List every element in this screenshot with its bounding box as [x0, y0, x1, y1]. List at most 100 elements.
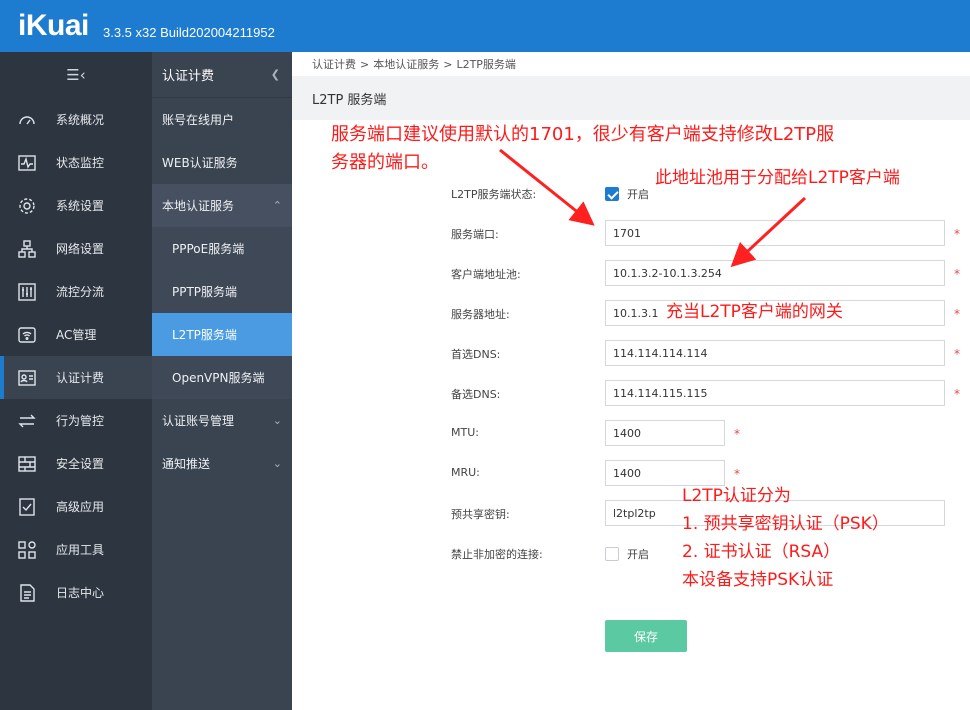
dns2-label: 备选DNS: — [451, 388, 501, 401]
breadcrumb-item[interactable]: 本地认证服务 — [373, 56, 439, 72]
required-mark: * — [734, 467, 740, 481]
nav-item-label: 日志中心 — [56, 586, 105, 600]
chevron-up-icon: ⌃ — [272, 199, 282, 212]
status-checkbox[interactable] — [605, 187, 619, 201]
annotation-port-note-line2: 务器的端口。 — [331, 152, 439, 173]
annotation-port-note-line1: 服务端口建议使用默认的1701，很少有客户端支持修改L2TP服 — [331, 124, 835, 145]
nav-item-label: 系统设置 — [56, 199, 105, 213]
subnav-group-local-auth[interactable]: 本地认证服务 ⌃ — [152, 184, 292, 227]
subnav-header[interactable]: 认证计费 ❮ — [152, 52, 292, 98]
check-doc-icon — [16, 496, 38, 518]
subnav-group-account-mgmt[interactable]: 认证账号管理 ⌄ — [152, 399, 292, 442]
required-mark: * — [734, 427, 740, 441]
no-encrypt-checkbox-label[interactable]: 开启 — [627, 546, 649, 562]
breadcrumb-separator: > — [443, 57, 453, 71]
nav-item-advanced-apps[interactable]: 高级应用 — [0, 485, 152, 528]
pulse-icon — [16, 152, 38, 174]
nav-item-label: 网络设置 — [56, 242, 105, 256]
nav-item-security-settings[interactable]: 安全设置 — [0, 442, 152, 485]
pool-input[interactable]: 10.1.3.2-10.1.3.254 — [605, 260, 945, 286]
status-checkbox-label[interactable]: 开启 — [627, 186, 649, 202]
nav-item-network-settings[interactable]: 网络设置 — [0, 227, 152, 270]
nav-item-label: 流控分流 — [56, 285, 105, 299]
nav-item-label: 系统概况 — [56, 113, 105, 127]
nav-item-status-monitor[interactable]: 状态监控 — [0, 141, 152, 184]
breadcrumb: 认证计费 > 本地认证服务 > L2TP服务端 — [292, 52, 970, 76]
breadcrumb-item[interactable]: 认证计费 — [312, 56, 356, 72]
gauge-icon — [16, 109, 38, 131]
menu-toggle-icon[interactable]: ☰‹ — [0, 52, 152, 98]
breadcrumb-item: L2TP服务端 — [456, 58, 516, 71]
pool-label: 客户端地址池: — [451, 268, 521, 281]
nav-item-label: 行为管控 — [56, 414, 105, 428]
required-mark: * — [954, 267, 960, 281]
required-mark: * — [954, 347, 960, 361]
annotation-pool-note: 此地址池用于分配给L2TP客户端 — [655, 168, 900, 188]
page-title-bar: L2TP 服务端 — [292, 76, 970, 120]
dns1-input[interactable]: 114.114.114.114 — [605, 340, 945, 366]
nav-item-system-overview[interactable]: 系统概况 — [0, 98, 152, 141]
id-card-icon — [16, 367, 38, 389]
subnav-item-label: L2TP服务端 — [172, 328, 237, 342]
status-label: L2TP服务端状态: — [451, 188, 537, 201]
nav-item-label: 状态监控 — [56, 156, 105, 170]
primary-sidebar: ☰‹ 系统概况 状态监控 系统设置 网络设置 流控分流 AC管理 认证计费 行为… — [0, 52, 152, 710]
annotation-auth-line4: 本设备支持PSK认证 — [682, 570, 834, 590]
firewall-icon — [16, 453, 38, 475]
chevron-left-icon[interactable]: ❮ — [271, 68, 280, 81]
no-encrypt-checkbox[interactable] — [605, 547, 619, 561]
nav-item-system-settings[interactable]: 系统设置 — [0, 184, 152, 227]
annotation-auth-line1: L2TP认证分为 — [682, 486, 791, 506]
subnav-item-web-auth[interactable]: WEB认证服务 — [152, 141, 292, 184]
gear-icon — [16, 195, 38, 217]
nav-item-log-center[interactable]: 日志中心 — [0, 571, 152, 614]
chevron-down-icon: ⌄ — [272, 414, 282, 427]
subnav-item-openvpn[interactable]: OpenVPN服务端 — [152, 356, 292, 399]
dns2-input[interactable]: 114.114.115.115 — [605, 380, 945, 406]
subnav-item-pptp[interactable]: PPTP服务端 — [152, 270, 292, 313]
subnav-group-notifications[interactable]: 通知推送 ⌄ — [152, 442, 292, 485]
port-input[interactable]: 1701 — [605, 220, 945, 246]
nav-item-label: 认证计费 — [56, 371, 105, 385]
required-mark: * — [954, 227, 960, 241]
nav-item-behavior-control[interactable]: 行为管控 — [0, 399, 152, 442]
subnav-item-l2tp[interactable]: L2TP服务端 — [152, 313, 292, 356]
nav-item-label: 应用工具 — [56, 543, 105, 557]
server-addr-label: 服务器地址: — [451, 308, 510, 321]
subnav-item-label: PPTP服务端 — [172, 285, 238, 299]
sliders-icon — [16, 281, 38, 303]
subnav-item-label: PPPoE服务端 — [172, 242, 245, 256]
required-mark: * — [954, 387, 960, 401]
page-title: L2TP 服务端 — [312, 92, 387, 108]
chevron-down-icon: ⌄ — [272, 457, 282, 470]
psk-label: 预共享密钥: — [451, 508, 510, 521]
mtu-input[interactable]: 1400 — [605, 420, 725, 446]
mru-input[interactable]: 1400 — [605, 460, 725, 486]
wifi-icon — [16, 324, 38, 346]
subnav-item-label: 认证账号管理 — [162, 414, 235, 428]
mru-label: MRU: — [451, 466, 480, 479]
arrows-icon — [16, 410, 38, 432]
nav-item-label: AC管理 — [56, 328, 97, 342]
save-button[interactable]: 保存 — [605, 620, 687, 652]
top-bar: iKuai 3.3.5 x32 Build202004211952 — [0, 0, 970, 52]
nav-item-app-tools[interactable]: 应用工具 — [0, 528, 152, 571]
no-encrypt-label: 禁止非加密的连接: — [451, 548, 543, 561]
subnav-item-online-users[interactable]: 账号在线用户 — [152, 98, 292, 141]
apps-icon — [16, 539, 38, 561]
subnav-item-label: WEB认证服务 — [162, 156, 238, 170]
nav-item-ac-management[interactable]: AC管理 — [0, 313, 152, 356]
required-mark: * — [954, 307, 960, 321]
subnav-title: 认证计费 — [162, 69, 215, 84]
nav-item-flow-control[interactable]: 流控分流 — [0, 270, 152, 313]
ikuai-logo: iKuai — [18, 9, 89, 42]
subnav-item-pppoe[interactable]: PPPoE服务端 — [152, 227, 292, 270]
port-label: 服务端口: — [451, 228, 499, 241]
subnav-item-label: 通知推送 — [162, 457, 211, 471]
subnav-item-label: OpenVPN服务端 — [172, 371, 265, 385]
annotation-gateway-note: 充当L2TP客户端的网关 — [666, 302, 843, 322]
nav-item-label: 高级应用 — [56, 500, 105, 514]
secondary-sidebar: 认证计费 ❮ 账号在线用户 WEB认证服务 本地认证服务 ⌃ PPPoE服务端 … — [152, 52, 292, 710]
nav-item-auth-billing[interactable]: 认证计费 — [0, 356, 152, 399]
subnav-item-label: 本地认证服务 — [162, 199, 235, 213]
